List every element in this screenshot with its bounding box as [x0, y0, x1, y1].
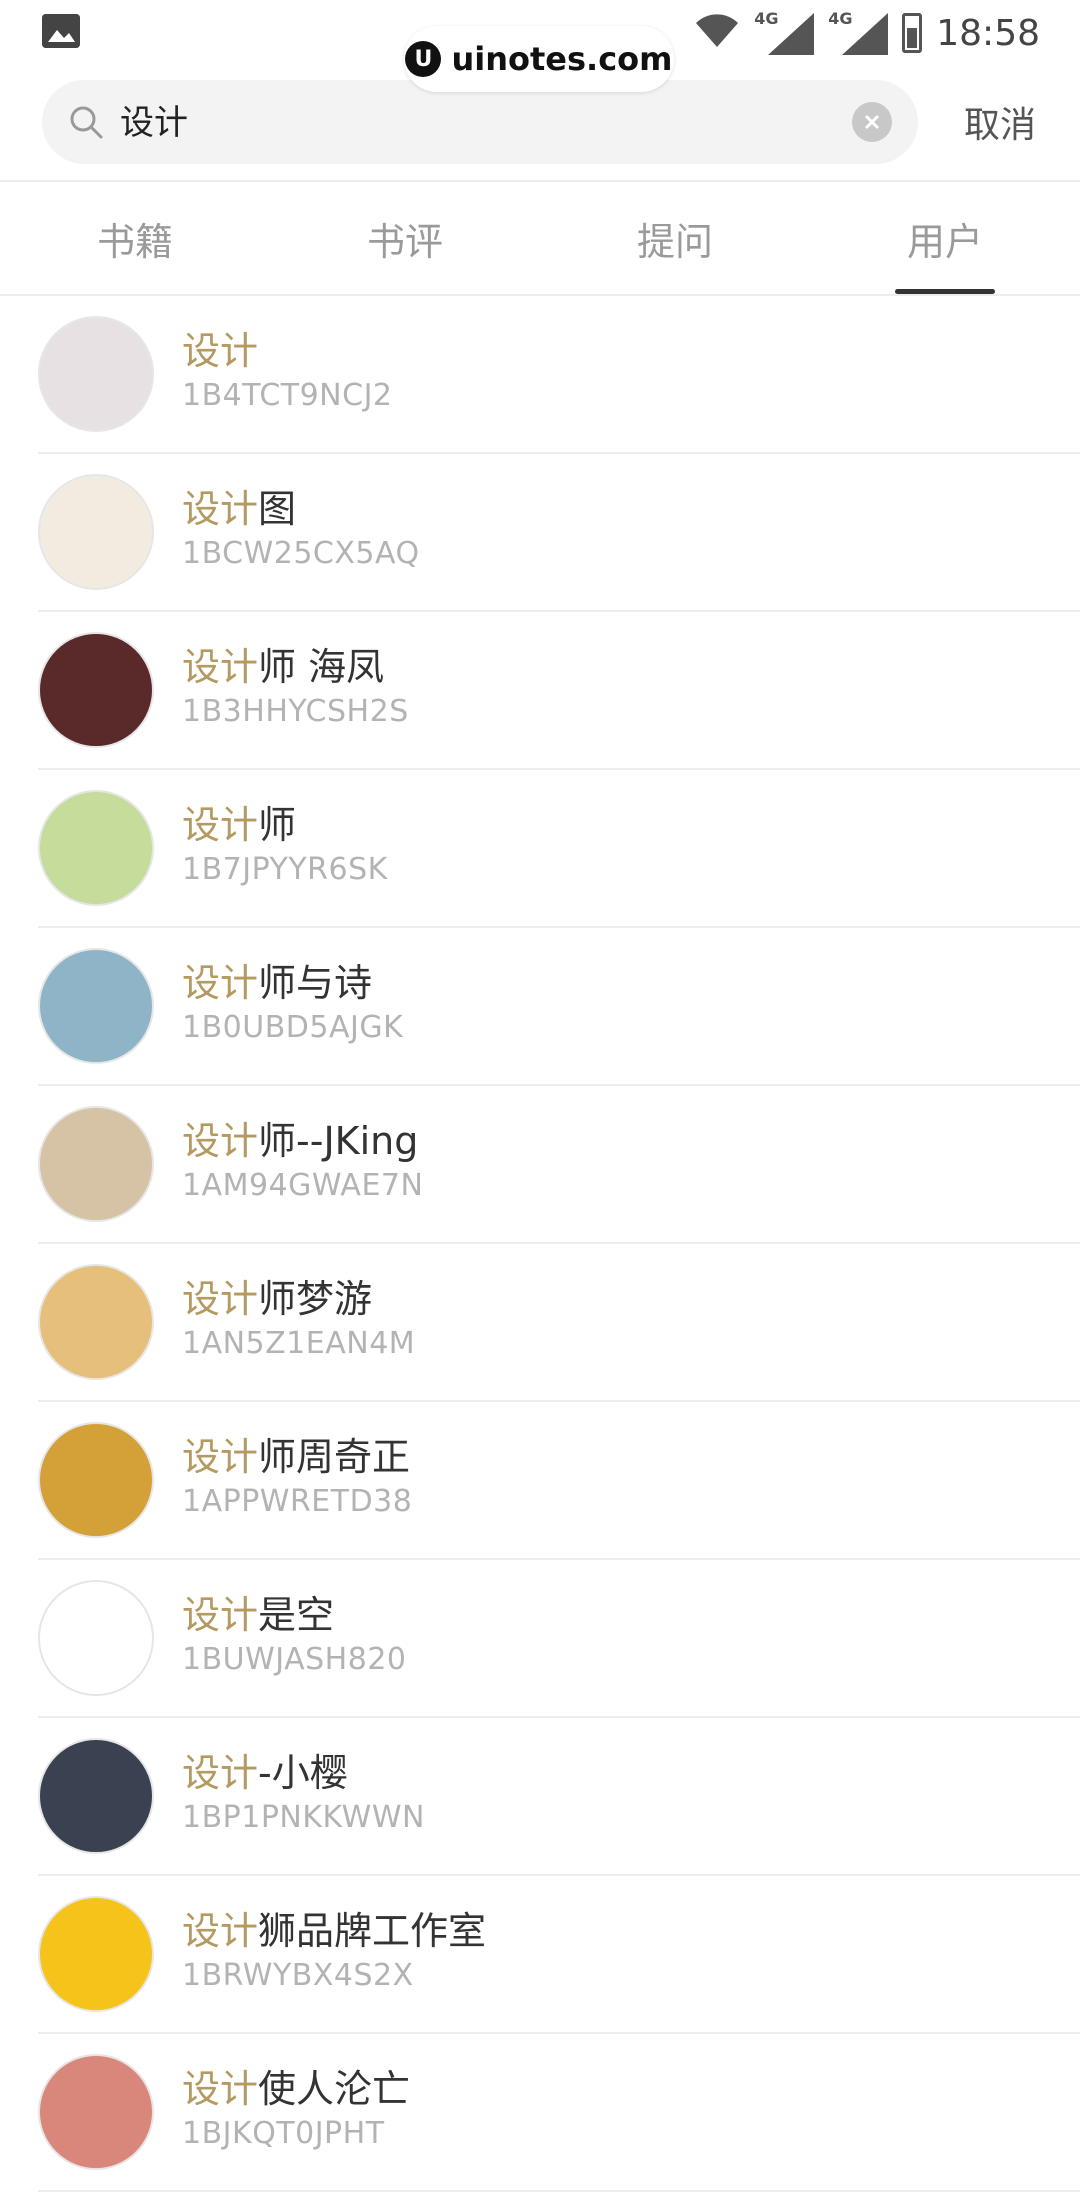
user-name-rest: 师 海凤	[258, 645, 385, 689]
search-icon	[68, 104, 104, 140]
user-name-rest: 师与诗	[258, 961, 373, 1005]
wifi-icon	[694, 13, 740, 53]
signal-icon: 4G	[754, 9, 815, 55]
avatar[interactable]	[38, 948, 154, 1064]
user-row[interactable]: 设计使人沦亡 1BJKQT0JPHT	[0, 2034, 1080, 2192]
user-name-highlight: 设计	[182, 1593, 259, 1637]
user-name-highlight: 设计	[182, 329, 259, 373]
user-row[interactable]: 设计-小樱 1BP1PNKKWWN	[0, 1718, 1080, 1876]
user-name-highlight: 设计	[182, 803, 259, 847]
avatar[interactable]	[38, 1106, 154, 1222]
user-name-rest: -小樱	[258, 1751, 348, 1795]
user-name: 设计狮品牌工作室	[182, 1900, 486, 1955]
user-id: 1B7JPYYR6SK	[182, 852, 388, 887]
user-name: 设计师周奇正	[182, 1426, 410, 1481]
signal-icon: 4G	[828, 9, 889, 55]
user-name-highlight: 设计	[182, 487, 259, 531]
watermark-text: uinotes.com	[451, 40, 673, 78]
user-id: 1B0UBD5AJGK	[182, 1010, 404, 1045]
watermark-logo-icon: U	[405, 41, 442, 77]
tab-users[interactable]: 用户	[810, 182, 1080, 294]
user-row[interactable]: 设计是空 1BUWJASH820	[0, 1560, 1080, 1718]
user-id: 1AN5Z1EAN4M	[182, 1326, 416, 1361]
image-icon	[42, 14, 80, 48]
user-name: 设计使人沦亡	[182, 2058, 410, 2113]
tab-bar: 书籍 书评 提问 用户	[0, 182, 1080, 296]
avatar[interactable]	[38, 316, 154, 432]
user-name-highlight: 设计	[182, 2067, 259, 2111]
tab-questions[interactable]: 提问	[540, 182, 810, 294]
user-name-rest: 师--JKing	[258, 1119, 419, 1163]
user-name-rest: 使人沦亡	[258, 2067, 411, 2111]
user-id: 1APPWRETD38	[182, 1484, 413, 1519]
clear-icon[interactable]	[852, 102, 892, 142]
user-name: 设计师--JKing	[182, 1110, 418, 1165]
user-name-highlight: 设计	[182, 1119, 259, 1163]
network-type-label: 4G	[754, 9, 779, 28]
status-time: 18:58	[936, 12, 1040, 54]
search-input[interactable]	[118, 80, 822, 166]
user-name-highlight: 设计	[182, 961, 259, 1005]
tab-reviews[interactable]: 书评	[270, 182, 540, 294]
user-name-highlight: 设计	[182, 1751, 259, 1795]
user-row[interactable]: 设计师周奇正 1APPWRETD38	[0, 1402, 1080, 1560]
user-name-highlight: 设计	[182, 1909, 259, 1953]
user-name: 设计师与诗	[182, 952, 372, 1007]
tab-books[interactable]: 书籍	[0, 182, 270, 294]
user-name-rest: 师	[258, 803, 297, 847]
user-row[interactable]: 设计师 海凤 1B3HHYCSH2S	[0, 612, 1080, 770]
cancel-button[interactable]: 取消	[964, 96, 1036, 148]
avatar[interactable]	[38, 632, 154, 748]
user-name: 设计-小樱	[182, 1742, 348, 1797]
user-row[interactable]: 设计师梦游 1AN5Z1EAN4M	[0, 1244, 1080, 1402]
avatar[interactable]	[38, 474, 154, 590]
user-name-rest: 图	[258, 487, 297, 531]
status-icons: 4G 4G 18:58	[694, 8, 1040, 58]
user-row[interactable]: 设计师与诗 1B0UBD5AJGK	[0, 928, 1080, 1086]
avatar[interactable]	[38, 2054, 154, 2170]
user-id: 1AM94GWAE7N	[182, 1168, 424, 1203]
network-type-label: 4G	[828, 9, 853, 28]
user-row[interactable]: 设计师--JKing 1AM94GWAE7N	[0, 1086, 1080, 1244]
user-name: 设计	[182, 320, 258, 375]
user-id: 1BRWYBX4S2X	[182, 1958, 414, 1993]
user-name: 设计师梦游	[182, 1268, 372, 1323]
avatar[interactable]	[38, 1422, 154, 1538]
avatar[interactable]	[38, 1738, 154, 1854]
user-name-highlight: 设计	[182, 1435, 259, 1479]
user-row[interactable]: 设计师 1B7JPYYR6SK	[0, 770, 1080, 928]
user-name-rest: 是空	[258, 1593, 335, 1637]
user-name: 设计是空	[182, 1584, 334, 1639]
avatar[interactable]	[38, 1896, 154, 2012]
watermark-badge: U uinotes.com	[404, 26, 674, 92]
user-row[interactable]: 设计狮品牌工作室 1BRWYBX4S2X	[0, 1876, 1080, 2034]
user-id: 1BCW25CX5AQ	[182, 536, 420, 571]
user-name: 设计图	[182, 478, 296, 533]
user-name-rest: 师周奇正	[258, 1435, 411, 1479]
user-name-rest: 狮品牌工作室	[258, 1909, 487, 1953]
user-name: 设计师 海凤	[182, 636, 384, 691]
user-id: 1BUWJASH820	[182, 1642, 407, 1677]
user-name: 设计师	[182, 794, 296, 849]
user-id: 1BP1PNKKWWN	[182, 1800, 425, 1835]
avatar[interactable]	[38, 790, 154, 906]
user-name-highlight: 设计	[182, 645, 259, 689]
user-name-highlight: 设计	[182, 1277, 259, 1321]
user-row[interactable]: 设计 1B4TCT9NCJ2	[0, 296, 1080, 454]
user-row[interactable]: 设计图 1BCW25CX5AQ	[0, 454, 1080, 612]
avatar[interactable]	[38, 1264, 154, 1380]
user-result-list: 设计 1B4TCT9NCJ2 设计图 1BCW25CX5AQ 设计师 海凤 1B3HHYC…	[0, 296, 1080, 2192]
battery-icon	[902, 13, 923, 53]
user-id: 1B3HHYCSH2S	[182, 694, 409, 729]
user-id: 1B4TCT9NCJ2	[182, 378, 393, 413]
user-name-rest: 师梦游	[258, 1277, 373, 1321]
user-id: 1BJKQT0JPHT	[182, 2116, 385, 2151]
avatar[interactable]	[38, 1580, 154, 1696]
search-box[interactable]	[42, 80, 918, 166]
